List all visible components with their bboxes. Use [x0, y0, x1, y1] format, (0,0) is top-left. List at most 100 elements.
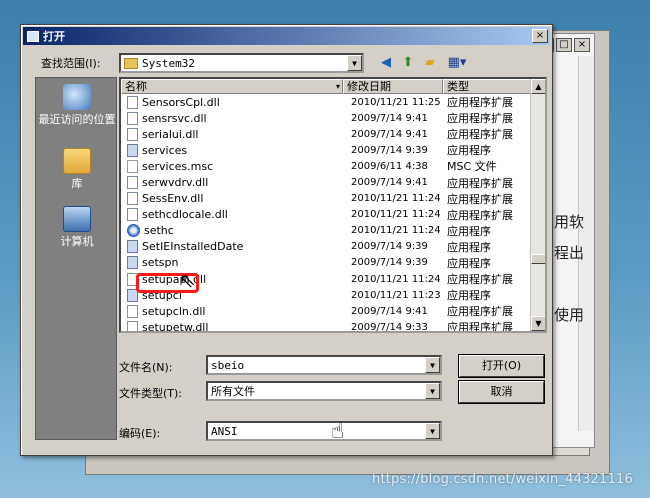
file-icon	[127, 240, 138, 254]
column-type[interactable]: 类型	[443, 79, 531, 94]
file-type: 应用程序扩展	[447, 208, 513, 222]
scroll-down-icon[interactable]: ▼	[531, 316, 545, 331]
chevron-down-icon[interactable]: ▼	[425, 383, 440, 399]
file-name: services	[142, 143, 188, 157]
side-text-3: 使用	[554, 306, 585, 324]
filetype-select[interactable]: 所有文件 ▼	[206, 381, 442, 401]
encoding-select[interactable]: ANSI ▼	[206, 421, 442, 441]
file-type: 应用程序扩展	[447, 176, 513, 190]
file-name-cell: SetIEInstalledDate	[121, 240, 343, 254]
scroll-up-icon[interactable]: ▲	[531, 79, 545, 94]
file-row[interactable]: services 2009/7/14 9:39 应用程序	[121, 142, 531, 158]
file-row[interactable]: sensrsvc.dll 2009/7/14 9:41 应用程序扩展	[121, 110, 531, 126]
file-date: 2010/11/21 11:24	[351, 209, 441, 221]
file-row[interactable]: serialui.dll 2009/7/14 9:41 应用程序扩展	[121, 126, 531, 142]
file-name-cell: services.msc	[121, 159, 343, 173]
file-date: 2009/7/14 9:41	[351, 112, 428, 124]
place-computer[interactable]: 计算机	[36, 206, 118, 248]
filename-field[interactable]: sbeio ▼	[206, 355, 442, 375]
file-name-cell: services	[121, 143, 343, 157]
dialog-title: 打开	[43, 30, 65, 43]
file-row[interactable]: setupcln.dll 2009/7/14 9:41 应用程序扩展	[121, 303, 531, 319]
view-menu-icon[interactable]: ▦▾	[445, 54, 469, 72]
file-name: serwvdrv.dll	[142, 176, 209, 190]
look-in-combo[interactable]: System32 ▼	[119, 53, 364, 73]
close-button[interactable]: ×	[574, 38, 590, 52]
file-date: 2009/7/14 9:33	[351, 321, 428, 333]
encoding-value: ANSI	[211, 424, 238, 438]
file-row[interactable]: SetIEInstalledDate 2009/7/14 9:39 应用程序	[121, 239, 531, 255]
filetype-value: 所有文件	[211, 385, 255, 398]
column-type-label: 类型	[447, 80, 469, 93]
chevron-down-icon[interactable]: ▼	[425, 357, 440, 373]
file-type: 应用程序	[447, 144, 491, 158]
watermark: https://blog.csdn.net/weixin_44321116	[372, 472, 633, 487]
file-row[interactable]: serwvdrv.dll 2009/7/14 9:41 应用程序扩展	[121, 174, 531, 190]
recent-places-icon	[63, 84, 91, 110]
file-icon	[127, 176, 138, 190]
file-name-cell: setspn	[121, 256, 343, 270]
file-icon	[127, 224, 140, 238]
look-in-label: 查找范围(I):	[41, 57, 101, 70]
file-type: 应用程序扩展	[447, 321, 513, 333]
file-name: sethcdlocale.dll	[142, 208, 228, 222]
hand-cursor-icon: ☝	[331, 419, 345, 444]
new-folder-icon[interactable]: ▰	[421, 54, 439, 72]
file-name-cell: serwvdrv.dll	[121, 176, 343, 190]
file-list-scrollbar[interactable]: ▲ ▼	[530, 79, 545, 331]
file-date: 2009/6/11 4:38	[351, 160, 428, 172]
file-name: setupetw.dll	[142, 320, 209, 333]
back-icon[interactable]: ◀	[377, 54, 395, 72]
file-type: 应用程序	[447, 289, 491, 303]
file-row[interactable]: services.msc 2009/6/11 4:38 MSC 文件	[121, 158, 531, 174]
file-icon	[127, 111, 138, 125]
folder-icon	[124, 57, 138, 69]
file-icon	[127, 192, 138, 206]
file-date: 2010/11/21 11:24	[351, 225, 441, 237]
file-name: SetIEInstalledDate	[142, 240, 244, 254]
place-computer-label: 计算机	[60, 235, 94, 248]
file-row[interactable]: setupetw.dll 2009/7/14 9:33 应用程序扩展	[121, 319, 531, 333]
column-name[interactable]: 名称 ▾	[121, 79, 343, 94]
scroll-thumb[interactable]	[531, 254, 545, 264]
file-date: 2009/7/14 9:41	[351, 305, 428, 317]
file-type: 应用程序扩展	[447, 273, 513, 287]
file-date: 2010/11/21 11:24	[351, 273, 441, 285]
file-name-cell: serialui.dll	[121, 127, 343, 141]
place-library-label: 库	[71, 177, 83, 190]
dialog-titlebar[interactable]: 打开	[23, 27, 550, 45]
file-name: serialui.dll	[142, 127, 199, 141]
column-date[interactable]: 修改日期	[343, 79, 443, 94]
mouse-cursor-icon: ⇖	[179, 268, 196, 292]
file-type: 应用程序扩展	[447, 192, 513, 206]
file-row[interactable]: SessEnv.dll 2010/11/21 11:24 应用程序扩展	[121, 191, 531, 207]
file-icon	[127, 256, 138, 270]
file-name-cell: sensrsvc.dll	[121, 111, 343, 125]
file-list: 名称 ▾ 修改日期 类型 SensorsCpl.dll 2010/11/21 11:…	[119, 77, 547, 333]
place-recent[interactable]: 最近访问的位置	[36, 84, 118, 126]
file-type: 应用程序扩展	[447, 112, 513, 126]
file-row[interactable]: SensorsCpl.dll 2010/11/21 11:25 应用程序扩展	[121, 94, 531, 110]
file-date: 2009/7/14 9:41	[351, 128, 428, 140]
file-row[interactable]: sethc 2010/11/21 11:24 应用程序	[121, 223, 531, 239]
chevron-down-icon[interactable]: ▼	[425, 423, 440, 439]
chevron-down-icon[interactable]: ▼	[347, 55, 362, 71]
file-icon	[127, 320, 138, 331]
look-in-value: System32	[142, 56, 195, 70]
place-library[interactable]: 库	[36, 148, 118, 190]
place-recent-label: 最近访问的位置	[38, 113, 116, 126]
cancel-button[interactable]: 取消	[459, 381, 544, 403]
file-date: 2009/7/14 9:39	[351, 144, 428, 156]
file-name: SensorsCpl.dll	[142, 95, 220, 109]
file-rows: SensorsCpl.dll 2010/11/21 11:25 应用程序扩展 sens…	[121, 94, 531, 333]
file-name: SessEnv.dll	[142, 192, 204, 206]
file-row[interactable]: sethcdlocale.dll 2010/11/21 11:24 应用程序扩展	[121, 207, 531, 223]
open-button[interactable]: 打开(O)	[459, 355, 544, 377]
side-text-1: 用软	[554, 213, 585, 231]
dialog-close-button[interactable]: ×	[532, 29, 548, 43]
maximize-button[interactable]: □	[556, 38, 572, 52]
up-folder-icon[interactable]: ⬆	[399, 54, 417, 72]
file-type: 应用程序	[447, 256, 491, 270]
file-icon	[127, 143, 138, 157]
file-type: 应用程序扩展	[447, 128, 513, 142]
